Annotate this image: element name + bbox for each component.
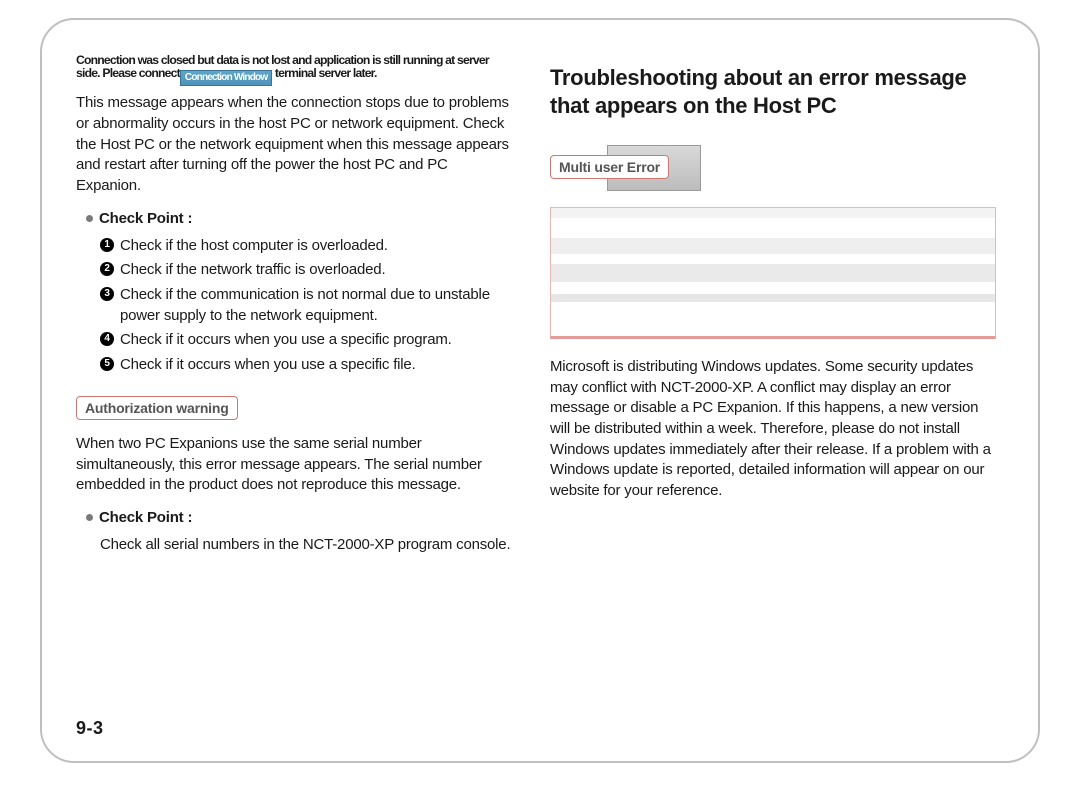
page-number: 9-3 [76,716,104,741]
authorization-warning-tag: Authorization warning [76,396,238,420]
authorization-warning-text: When two PC Expanions use the same seria… [76,434,512,496]
check-point-item: Check if the communication is not normal… [100,285,512,326]
check-point-item: Check if the host computer is overloaded… [100,236,512,257]
check-point-label-1: Check Point : [86,209,512,230]
check-point-list-1: Check if the host computer is overloaded… [76,236,512,376]
check-point-2-text: Check all serial numbers in the NCT-2000… [76,535,512,556]
connection-intro: This message appears when the connection… [76,93,512,196]
multi-user-error-tag: Multi user Error [550,155,669,179]
manual-page: Connection was closed but data is not lo… [40,18,1040,763]
check-point-item: Check if it occurs when you use a specif… [100,330,512,351]
check-point-label-2: Check Point : [86,508,512,529]
check-point-item: Check if the network traffic is overload… [100,260,512,281]
check-point-item: Check if it occurs when you use a specif… [100,355,512,376]
error-screenshot [550,207,996,339]
connection-window-icon: Connection Window [180,70,272,86]
banner-text-b: terminal server later. [272,66,376,80]
bullet-icon [86,215,93,222]
connection-closed-banner: Connection was closed but data is not lo… [76,54,512,83]
left-column: Connection was closed but data is not lo… [42,20,540,761]
troubleshooting-heading: Troubleshooting about an error message t… [550,64,996,119]
multi-user-error-text: Microsoft is distributing Windows update… [550,357,996,502]
multi-user-error-header: Multi user Error [550,145,996,191]
right-column: Troubleshooting about an error message t… [540,20,1038,761]
bullet-icon [86,514,93,521]
